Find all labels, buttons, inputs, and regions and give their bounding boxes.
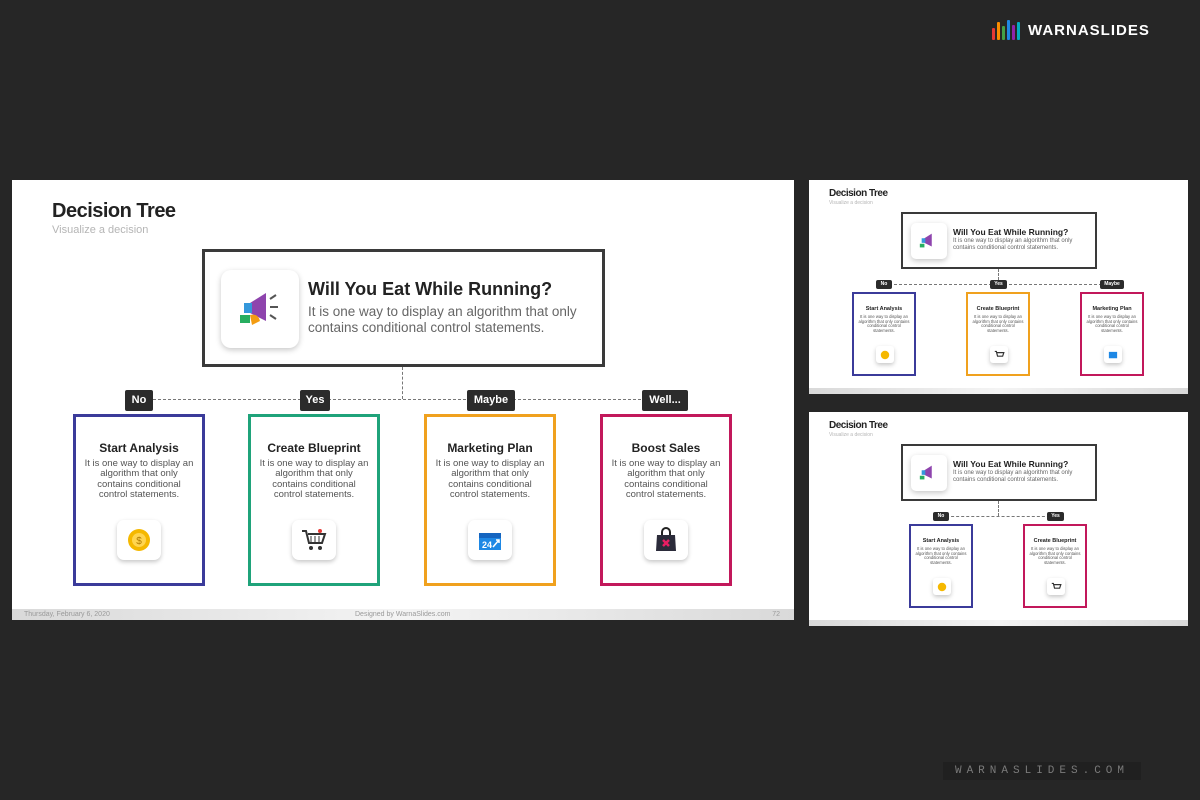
svg-text:24: 24: [482, 540, 492, 550]
branch-card-create-blueprint: Create Blueprint It is one way to displa…: [966, 292, 1030, 376]
footer-page-number: 72: [772, 611, 780, 618]
card-description: It is one way to display an algorithm th…: [611, 458, 721, 501]
megaphone-icon: [221, 270, 299, 348]
question-box: Will You Eat While Running? It is one wa…: [202, 249, 605, 367]
footer-credit: Designed by WarnaSlides.com: [355, 611, 451, 618]
question-title: Will You Eat While Running?: [953, 459, 1069, 469]
branch-card-create-blueprint: Create Blueprint It is one way to displa…: [248, 414, 380, 586]
branch-tag-maybe: Maybe: [1100, 280, 1124, 289]
shopping-cart-icon: [292, 520, 336, 560]
card-description: It is one way to display an algorithm th…: [259, 458, 369, 501]
question-title: Will You Eat While Running?: [953, 227, 1069, 237]
slide-thumbnail[interactable]: Decision Tree Visualize a decision Will …: [809, 180, 1188, 394]
card-title: Boost Sales: [631, 441, 701, 455]
branch-card-start-analysis: Start Analysis It is one way to display …: [909, 524, 973, 608]
connector-horizontal: [138, 399, 666, 400]
card-description: It is one way to display an algorithm th…: [435, 458, 545, 501]
card-title: Marketing Plan: [447, 441, 533, 455]
slide-footer: [809, 388, 1188, 394]
card-title: Start Analysis: [99, 441, 179, 455]
branch-card-start-analysis: Start Analysis It is one way to display …: [73, 414, 205, 586]
megaphone-icon: [911, 223, 947, 259]
branch-card-marketing-plan: Marketing Plan It is one way to display …: [1080, 292, 1144, 376]
card-description: It is one way to display an algorithm th…: [858, 314, 910, 333]
question-description: It is one way to display an algorithm th…: [308, 304, 577, 335]
slide-title: Decision Tree: [52, 200, 176, 222]
coin-icon: [933, 578, 951, 595]
question-description: It is one way to display an algorithm th…: [953, 470, 1073, 484]
brand-bars-icon: [992, 20, 1020, 40]
footer-date: Thursday, February 6, 2020: [24, 611, 110, 618]
connector-vertical: [402, 367, 403, 399]
coin-icon: [876, 346, 894, 363]
card-description: It is one way to display an algorithm th…: [1029, 546, 1081, 565]
slide-subtitle: Visualize a decision: [829, 432, 873, 438]
coin-icon: $: [117, 520, 161, 560]
calendar-24-icon: [1104, 346, 1122, 363]
branch-card-boost-sales: Boost Sales It is one way to display an …: [600, 414, 732, 586]
slide-footer: Thursday, February 6, 2020 Designed by W…: [12, 609, 794, 620]
shopping-cart-icon: [1047, 578, 1065, 595]
megaphone-icon: [911, 455, 947, 491]
slide-footer: [809, 620, 1188, 626]
calendar-24-icon: 24: [468, 520, 512, 560]
card-title: Create Blueprint: [267, 441, 361, 455]
slide-title: Decision Tree: [829, 420, 888, 431]
question-box: Will You Eat While Running? It is one wa…: [901, 444, 1097, 501]
card-description: It is one way to display an algorithm th…: [915, 546, 967, 565]
brand-name: WARNASLIDES: [1028, 21, 1150, 39]
card-title: Create Blueprint: [1033, 538, 1077, 544]
branch-tag-no: No: [125, 390, 153, 411]
branch-card-start-analysis: Start Analysis It is one way to display …: [852, 292, 916, 376]
footer-brand-link[interactable]: WARNASLIDES.COM: [943, 762, 1141, 780]
card-description: It is one way to display an algorithm th…: [84, 458, 194, 501]
slide-subtitle: Visualize a decision: [829, 200, 873, 206]
svg-text:$: $: [136, 536, 142, 547]
shopping-cart-icon: [990, 346, 1008, 363]
branch-card-create-blueprint: Create Blueprint It is one way to displa…: [1023, 524, 1087, 608]
branch-tag-well: Well...: [642, 390, 688, 411]
branch-tag-yes: Yes: [990, 280, 1007, 289]
slide-title: Decision Tree: [829, 188, 888, 199]
branch-card-marketing-plan: Marketing Plan It is one way to display …: [424, 414, 556, 586]
question-box: Will You Eat While Running? It is one wa…: [901, 212, 1097, 269]
branch-tag-maybe: Maybe: [467, 390, 515, 411]
card-description: It is one way to display an algorithm th…: [972, 314, 1024, 333]
connector-horizontal: [941, 516, 1055, 517]
question-title: Will You Eat While Running?: [308, 279, 553, 299]
branch-tag-no: No: [876, 280, 892, 289]
connector-vertical: [998, 501, 999, 516]
brand-logo: WARNASLIDES: [992, 20, 1150, 40]
card-title: Start Analysis: [865, 306, 903, 312]
branch-tag-yes: Yes: [300, 390, 330, 411]
slide-thumbnail[interactable]: Decision Tree Visualize a decision Will …: [809, 412, 1188, 626]
main-slide[interactable]: Decision Tree Visualize a decision Will …: [12, 180, 794, 620]
card-title: Create Blueprint: [976, 306, 1020, 312]
slide-subtitle: Visualize a decision: [52, 224, 149, 236]
shopping-bag-icon: [644, 520, 688, 560]
card-description: It is one way to display an algorithm th…: [1086, 314, 1138, 333]
card-title: Start Analysis: [922, 538, 960, 544]
branch-tag-yes: Yes: [1047, 512, 1064, 521]
branch-tag-no: No: [933, 512, 949, 521]
question-description: It is one way to display an algorithm th…: [953, 238, 1073, 252]
card-title: Marketing Plan: [1092, 306, 1132, 312]
